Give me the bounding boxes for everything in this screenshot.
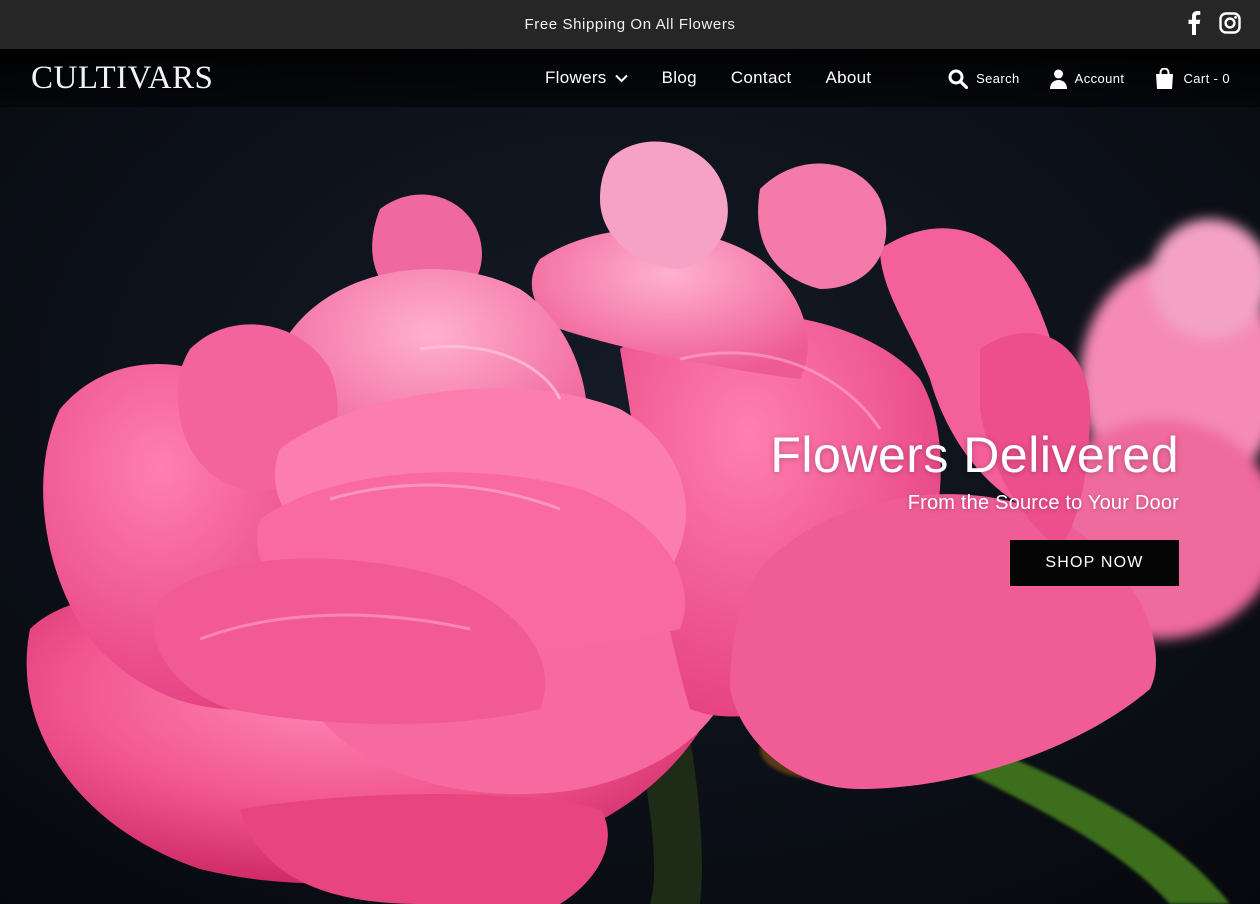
- facebook-icon[interactable]: [1182, 10, 1206, 36]
- site-header: CULTIVARS Flowers Blog Contact About Sea…: [0, 49, 1260, 107]
- shopping-bag-icon: [1156, 68, 1174, 89]
- nav-contact-label: Contact: [730, 68, 792, 87]
- chevron-down-icon: [614, 74, 628, 82]
- nav-blog[interactable]: Blog: [662, 68, 697, 88]
- search-icon: [948, 69, 969, 89]
- nav-flowers-label: Flowers: [545, 68, 607, 87]
- nav-about[interactable]: About: [826, 68, 872, 88]
- nav-blog-label: Blog: [661, 68, 697, 87]
- nav-about-label: About: [825, 68, 872, 87]
- announcement-bar: Free Shipping On All Flowers: [0, 0, 1260, 49]
- account-link[interactable]: Account: [1049, 69, 1125, 89]
- cart-label: Cart - 0: [1183, 71, 1230, 86]
- hero-title: Flowers Delivered: [770, 427, 1179, 483]
- search-label: Search: [976, 71, 1020, 86]
- account-label: Account: [1074, 71, 1125, 86]
- social-links: [1182, 10, 1242, 36]
- header-utilities: Search Account Cart - 0: [948, 68, 1230, 89]
- main-nav: Flowers Blog Contact About: [545, 68, 871, 88]
- site-logo[interactable]: CULTIVARS: [31, 60, 213, 97]
- announcement-text: Free Shipping On All Flowers: [524, 16, 736, 33]
- user-icon: [1049, 69, 1067, 89]
- hero-copy: Flowers Delivered From the Source to You…: [770, 426, 1179, 515]
- search-link[interactable]: Search: [948, 69, 1020, 89]
- cart-link[interactable]: Cart - 0: [1154, 68, 1230, 89]
- nav-flowers[interactable]: Flowers: [545, 68, 628, 88]
- hero-subtitle: From the Source to Your Door: [907, 492, 1179, 514]
- shop-now-button[interactable]: SHOP NOW: [1010, 540, 1179, 586]
- instagram-icon[interactable]: [1218, 10, 1242, 36]
- nav-contact[interactable]: Contact: [731, 68, 792, 88]
